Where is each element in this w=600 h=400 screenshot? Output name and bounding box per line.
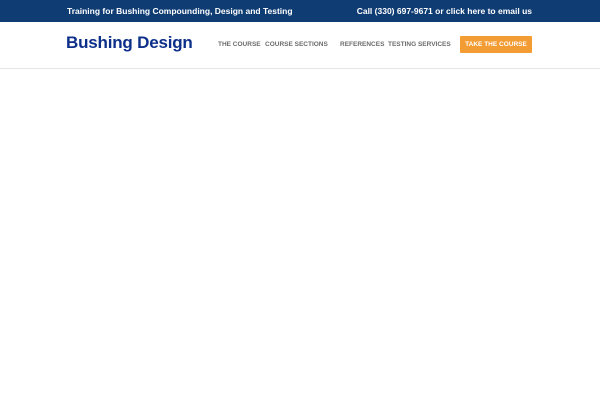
- contact-link[interactable]: Call (330) 697-9671 or click here to ema…: [357, 6, 532, 16]
- nav-item-the-course[interactable]: THE COURSE: [218, 41, 261, 48]
- site-header: Bushing Design THE COURSE COURSE SECTION…: [0, 22, 600, 69]
- top-bar: Training for Bushing Compounding, Design…: [0, 0, 600, 22]
- site-tagline: Training for Bushing Compounding, Design…: [67, 6, 293, 16]
- site-logo[interactable]: Bushing Design: [66, 33, 193, 53]
- take-the-course-button[interactable]: TAKE THE COURSE: [460, 36, 532, 53]
- nav-item-references[interactable]: REFERENCES: [340, 41, 384, 48]
- nav-item-testing-services[interactable]: TESTING SERVICES: [388, 41, 451, 48]
- page-content: [0, 69, 600, 400]
- nav-item-course-sections[interactable]: COURSE SECTIONS: [265, 41, 328, 48]
